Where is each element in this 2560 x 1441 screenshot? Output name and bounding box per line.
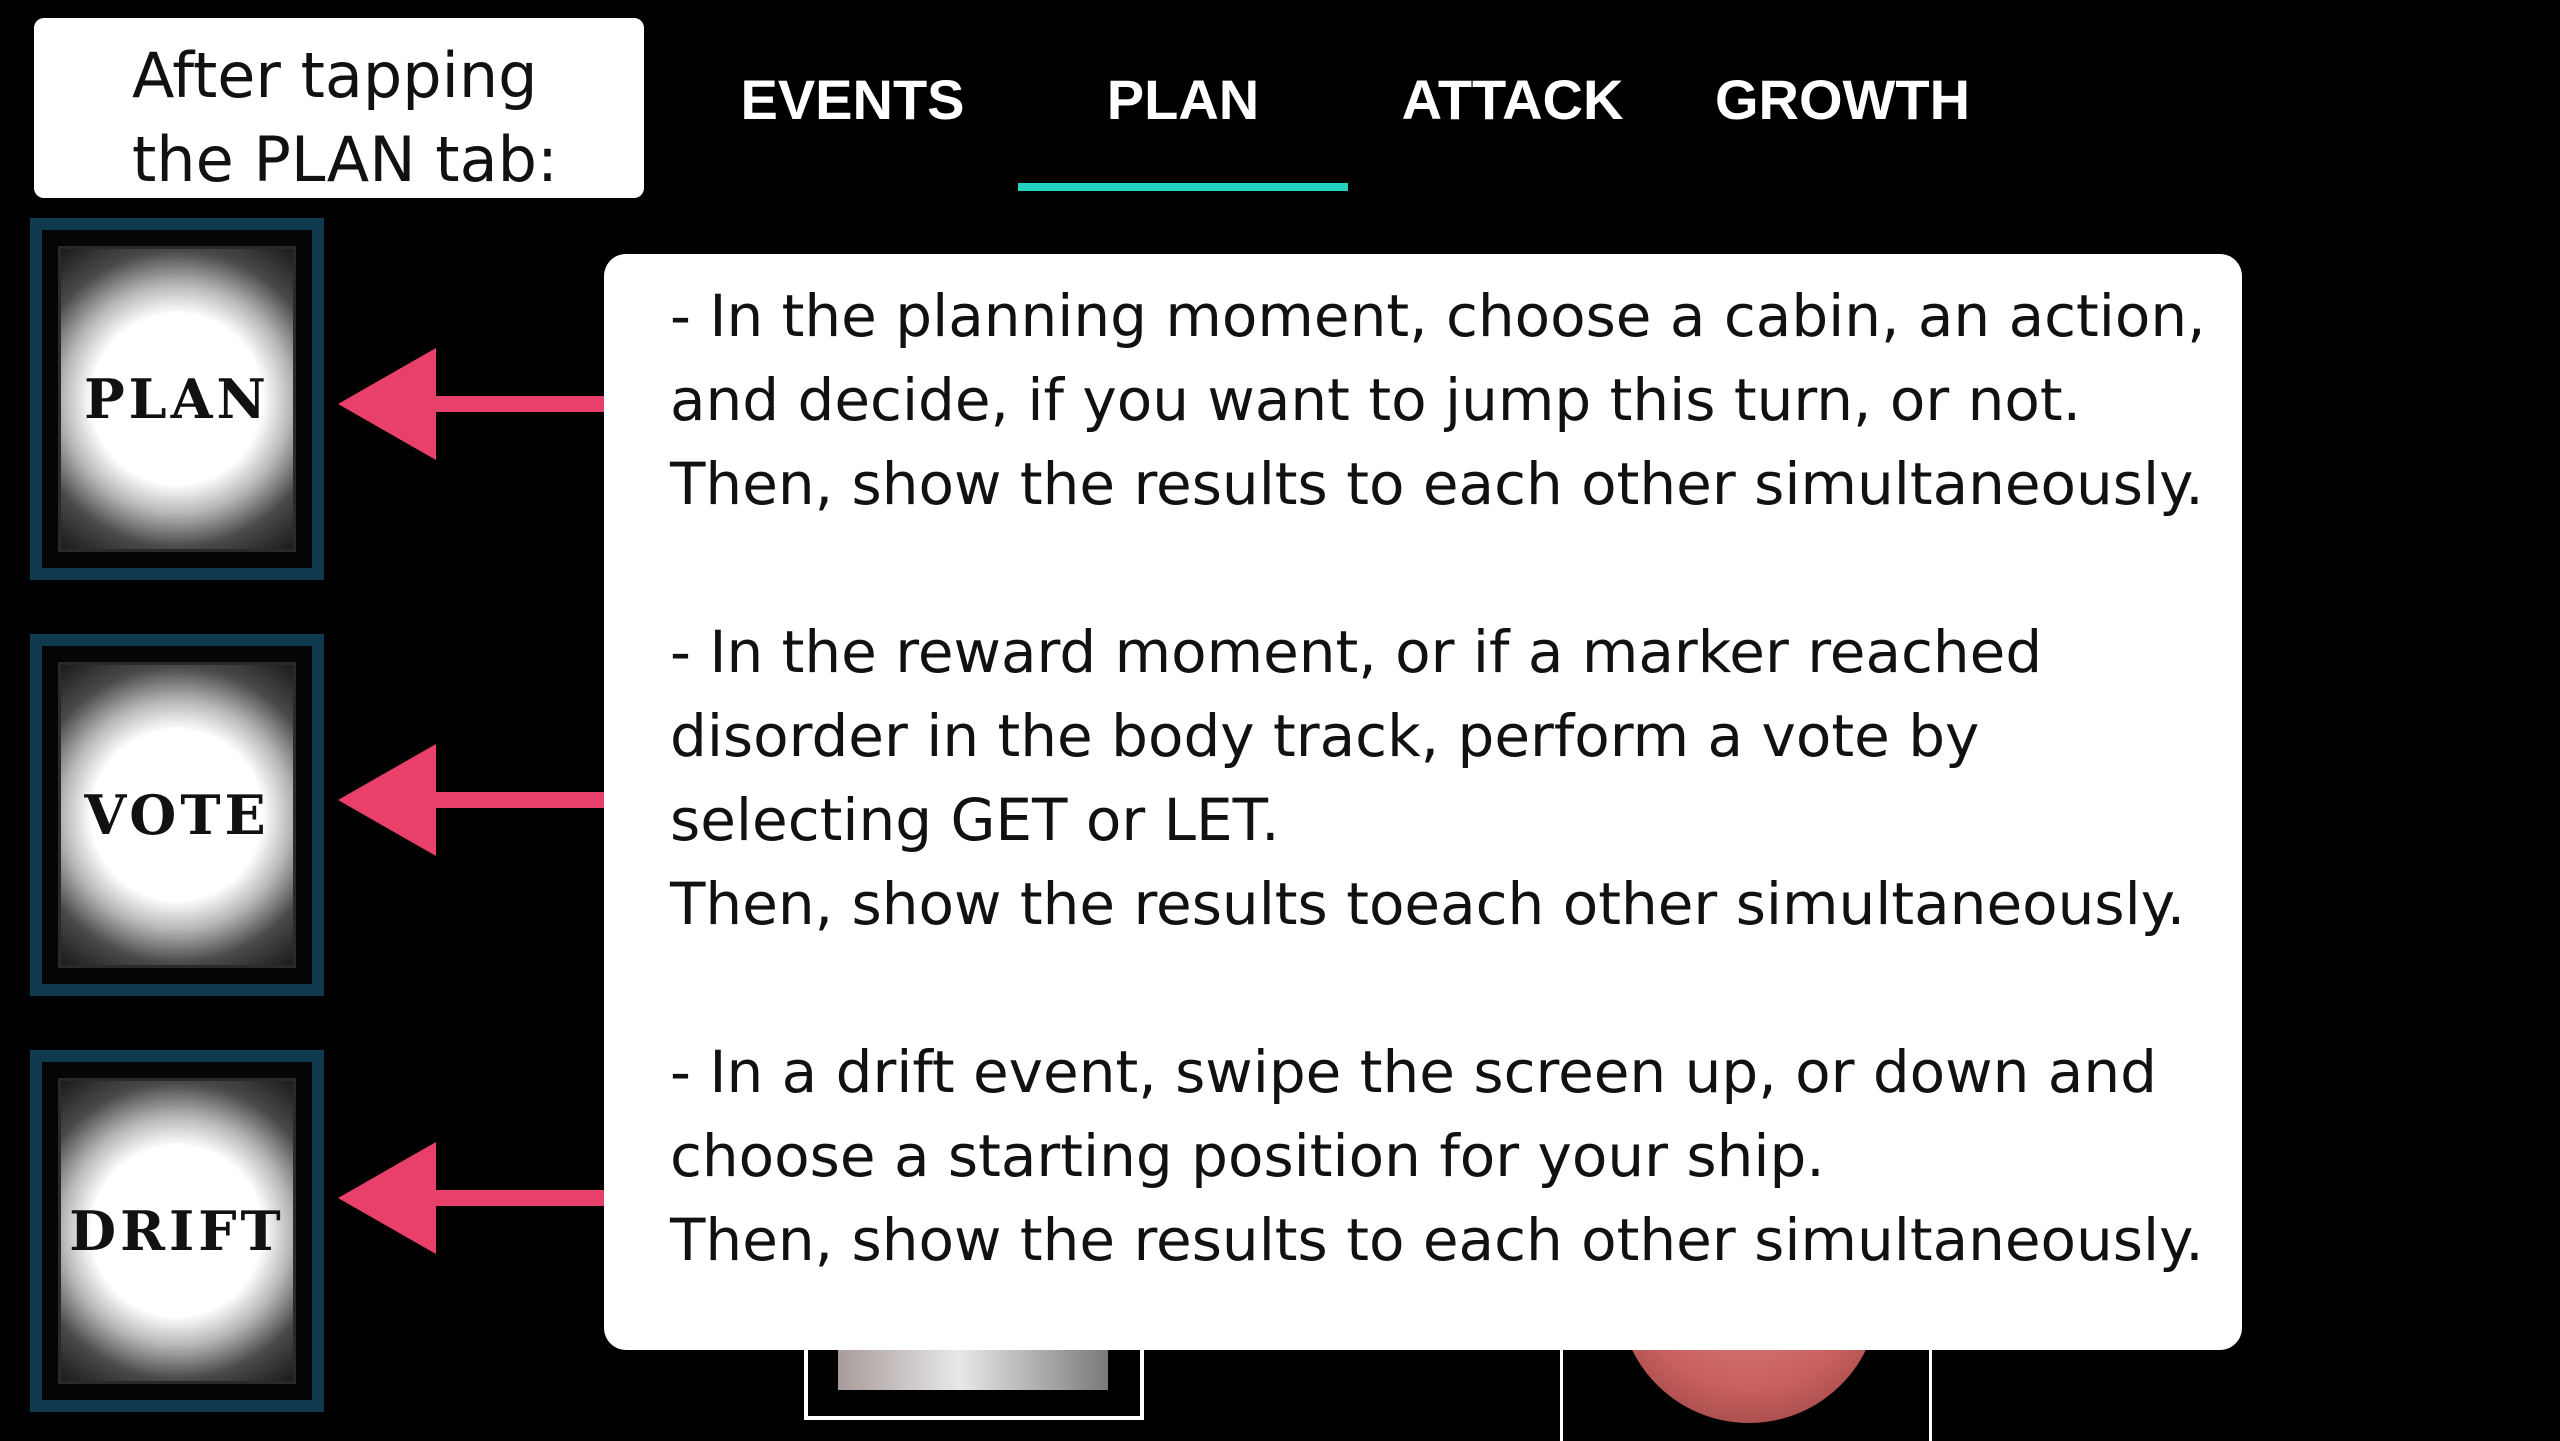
instruction-callout: After tapping the PLAN tab:	[34, 18, 644, 198]
vote-instructions: - In the reward moment, or if a marker r…	[670, 610, 2242, 946]
plan-card[interactable]: PLAN	[30, 218, 324, 580]
tab-attack[interactable]: ATTACK	[1360, 60, 1665, 140]
selected-tab-indicator	[1018, 183, 1348, 191]
instruction-line: - In the planning moment, choose a cabin…	[670, 282, 2206, 350]
vote-card[interactable]: VOTE	[30, 634, 324, 996]
tab-plan[interactable]: PLAN	[1018, 60, 1348, 140]
drift-instructions: - In a drift event, swipe the screen up,…	[670, 1030, 2242, 1282]
plan-card-label: PLAN	[84, 367, 270, 431]
pointer-arrow-icon	[338, 744, 636, 856]
instruction-panel: - In the planning moment, choose a cabin…	[604, 254, 2242, 1350]
instruction-line: choose a starting position for your ship…	[670, 1122, 1825, 1190]
drift-card[interactable]: DRIFT	[30, 1050, 324, 1412]
screen: After tapping the PLAN tab: EVENTS PLAN …	[0, 0, 2560, 1441]
instruction-line: - In a drift event, swipe the screen up,…	[670, 1038, 2157, 1106]
instruction-line: Then, show the results to each other sim…	[670, 450, 2204, 518]
callout-line-1: After tapping	[132, 39, 538, 112]
pointer-arrow-icon	[338, 1142, 636, 1254]
drift-card-label: DRIFT	[69, 1199, 285, 1263]
instruction-line: and decide, if you want to jump this tur…	[670, 366, 2082, 434]
instruction-line: Then, show the results toeach other simu…	[670, 870, 2186, 938]
tab-events[interactable]: EVENTS	[700, 60, 1005, 140]
instruction-line: Then, show the results to each other sim…	[670, 1206, 2204, 1274]
pointer-arrow-icon	[338, 348, 636, 460]
callout-line-2: the PLAN tab:	[132, 123, 558, 196]
plan-instructions: - In the planning moment, choose a cabin…	[670, 274, 2242, 526]
vote-card-label: VOTE	[84, 783, 270, 847]
instruction-line: selecting GET or LET.	[670, 786, 1280, 854]
instruction-line: disorder in the body track, perform a vo…	[670, 702, 1980, 770]
instruction-line: - In the reward moment, or if a marker r…	[670, 618, 2043, 686]
tab-growth[interactable]: GROWTH	[1680, 60, 2005, 140]
